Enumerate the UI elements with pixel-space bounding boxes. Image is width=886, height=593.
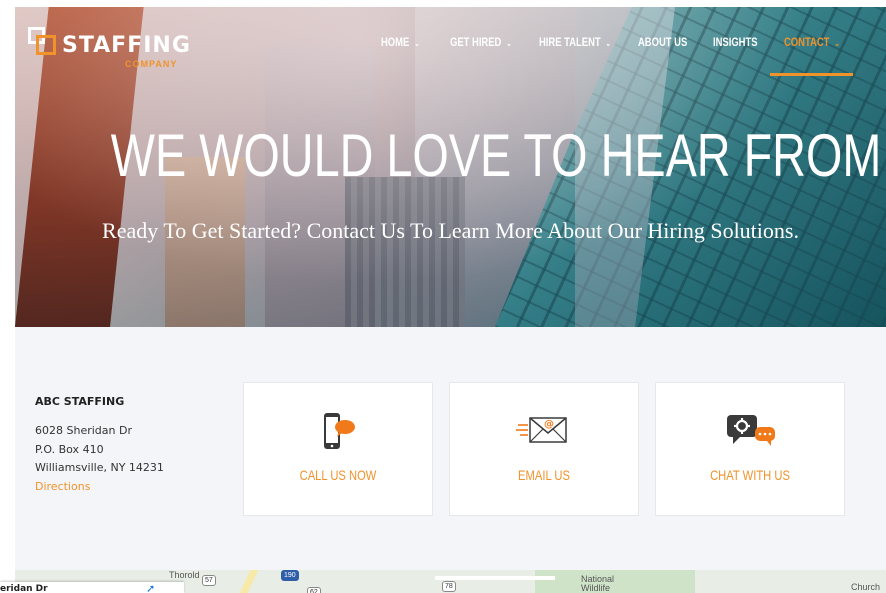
email-envelope-icon: @: [516, 411, 572, 451]
map-road: [435, 576, 555, 580]
brand-tagline: COMPANY: [125, 59, 178, 69]
map-road: [239, 570, 259, 593]
nav-item-label: GET HIRED: [450, 37, 502, 49]
email-us-card[interactable]: @ EMAIL US: [449, 382, 639, 516]
chevron-down-icon: ⌄: [834, 38, 840, 48]
nav-item-hire-talent[interactable]: HIRE TALENT ⌄: [539, 37, 611, 49]
nav-item-home[interactable]: HOME ⌄: [381, 37, 420, 49]
nav-item-label: HOME: [381, 37, 410, 49]
directions-link[interactable]: Directions: [35, 480, 90, 493]
chevron-down-icon: ⌄: [605, 38, 612, 48]
map-label: Wildlife: [581, 583, 611, 593]
brand-name: STAFFING: [62, 33, 191, 58]
directions-arrow-icon[interactable]: ➚: [146, 582, 155, 593]
highway-shield: 62: [307, 587, 321, 593]
chevron-down-icon: ⌄: [414, 38, 420, 48]
nav-item-label: INSIGHTS: [713, 37, 758, 49]
highway-shield: 190: [281, 570, 299, 581]
chevron-down-icon: ⌄: [506, 38, 512, 48]
chat-with-us-label: CHAT WITH US: [710, 467, 790, 483]
call-us-label: CALL US NOW: [299, 467, 377, 483]
nav-item-label: CONTACT: [784, 37, 830, 49]
svg-text:@: @: [544, 419, 554, 430]
nav-item-label: HIRE TALENT: [539, 37, 601, 49]
map-label: Church: [851, 582, 881, 592]
brand-logo[interactable]: STAFFING COMPANY: [28, 27, 191, 73]
page: STAFFING COMPANY HOME ⌄ GET HIRED ⌄ HIRE…: [0, 0, 886, 593]
map-label: Thorold: [169, 570, 200, 580]
nav-active-indicator: [770, 73, 853, 76]
hero-subtitle: Ready To Get Started? Contact Us To Lear…: [102, 218, 799, 243]
address-street: 6028 Sheridan Dr: [35, 424, 132, 437]
highway-shield: 78: [442, 581, 456, 592]
nav-item-get-hired[interactable]: GET HIRED ⌄: [450, 37, 512, 49]
map-park-area: [535, 570, 695, 593]
hero-title: WE WOULD LOVE TO HEAR FROM YOU: [110, 122, 886, 189]
highway-shield: 57: [202, 575, 216, 586]
nav-item-label: ABOUT US: [638, 37, 688, 49]
nav-item-insights[interactable]: INSIGHTS: [713, 37, 758, 49]
nav-item-about-us[interactable]: ABOUT US: [638, 37, 687, 49]
address-city: Williamsville, NY 14231: [35, 461, 164, 474]
email-us-label: EMAIL US: [518, 467, 570, 483]
chat-bubbles-icon: [723, 411, 777, 451]
logo-squares-icon: [28, 27, 58, 57]
chat-with-us-card[interactable]: CHAT WITH US: [655, 382, 845, 516]
nav-item-contact[interactable]: CONTACT ⌄: [784, 37, 840, 49]
address-po-box: P.O. Box 410: [35, 443, 104, 456]
map-info-card-address: eridan Dr: [0, 584, 48, 593]
call-us-card[interactable]: CALL US NOW: [243, 382, 433, 516]
address-company: ABC STAFFING: [35, 395, 125, 408]
phone-chat-icon: [318, 411, 358, 455]
